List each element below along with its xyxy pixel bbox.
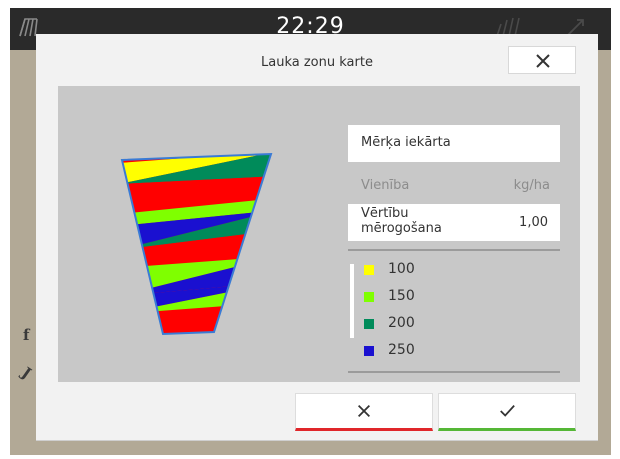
legend-value: 250 [388,342,415,358]
legend-swatch [364,292,374,302]
legend-value: 200 [388,315,415,331]
close-button[interactable] [508,46,576,74]
side-glyph-bottom: J [18,363,35,383]
unit-label: Vienība [361,178,410,193]
legend-value: 150 [388,288,415,304]
legend-item: 250 [364,342,484,360]
side-glyph-top: f [23,326,30,344]
close-icon [536,54,550,68]
close-icon [357,404,371,418]
legend-bottom-divider [348,371,560,373]
value-scaling-value: 1,00 [519,215,548,230]
field-zone-map-dialog: Lauka zonu karte Mērķa iekārta Vienība k… [36,34,598,441]
legend-item: 200 [364,315,484,333]
cancel-button[interactable] [295,393,433,431]
zone-map[interactable] [120,152,285,352]
target-device-selector[interactable]: Mērķa iekārta [348,125,560,162]
confirm-button[interactable] [438,393,576,431]
legend-swatch [364,346,374,356]
value-scaling-label: Vērtību mērogošana [361,206,442,236]
legend-swatch [364,319,374,329]
value-scaling-label-line2: mērogošana [361,221,442,236]
target-device-label: Mērķa iekārta [361,135,451,150]
map-content-area: Mērķa iekārta Vienība kg/ha Vērtību mēro… [58,86,580,382]
value-scaling-label-line1: Vērtību [361,206,409,221]
legend-item: 100 [364,261,484,279]
legend-item: 150 [364,288,484,306]
legend-top-divider [348,249,560,251]
unit-value: kg/ha [513,178,550,193]
legend-scrollbar[interactable] [350,264,354,338]
legend-swatch [364,265,374,275]
legend-value: 100 [388,261,415,277]
unit-row: Vienība kg/ha [348,170,560,200]
checkmark-icon [500,405,515,417]
value-scaling-field[interactable]: Vērtību mērogošana 1,00 [348,204,560,241]
